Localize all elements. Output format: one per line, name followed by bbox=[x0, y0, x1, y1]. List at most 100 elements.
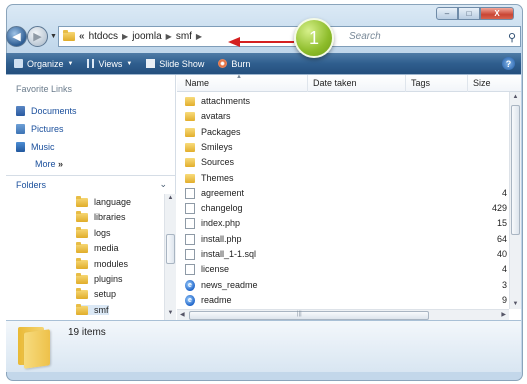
favorite-label: Music bbox=[31, 142, 55, 152]
breadcrumb-smf[interactable]: smf bbox=[176, 31, 192, 42]
file-icon bbox=[185, 264, 195, 276]
tree-item-label: modules bbox=[94, 259, 129, 269]
views-button[interactable]: Views ▼ bbox=[87, 59, 132, 69]
file-name: install.php bbox=[201, 233, 242, 244]
file-row[interactable]: license 4 bbox=[183, 262, 509, 277]
file-row[interactable]: Packages bbox=[183, 125, 509, 140]
breadcrumb-separator-icon[interactable]: ▶ bbox=[196, 32, 202, 41]
search-input[interactable]: Search ⚲ bbox=[318, 26, 521, 47]
favorite-documents[interactable]: Documents bbox=[16, 106, 77, 116]
file-row[interactable]: avatars bbox=[183, 109, 509, 124]
file-size: 64 bbox=[496, 233, 507, 244]
tree-item[interactable]: plugins bbox=[76, 272, 123, 284]
breadcrumb-separator-icon[interactable]: ▶ bbox=[122, 32, 128, 41]
tree-item[interactable]: modules bbox=[76, 257, 129, 269]
scroll-thumb[interactable] bbox=[166, 234, 175, 264]
views-icon bbox=[87, 59, 95, 68]
file-name: attachments bbox=[201, 96, 251, 106]
folder-icon bbox=[76, 303, 88, 315]
column-divider[interactable] bbox=[405, 75, 406, 92]
tree-item[interactable]: media bbox=[76, 241, 119, 253]
file-row[interactable]: Themes bbox=[183, 171, 509, 186]
folder-icon bbox=[185, 127, 195, 137]
file-name: license bbox=[201, 264, 230, 275]
scroll-left-icon[interactable]: ◀ bbox=[180, 311, 185, 318]
back-button[interactable]: ◀ bbox=[6, 26, 27, 47]
file-row[interactable]: changelog 429 bbox=[183, 201, 509, 216]
tree-item-label: libraries bbox=[94, 212, 126, 222]
scroll-thumb[interactable] bbox=[189, 311, 429, 320]
file-size: 4 bbox=[501, 187, 507, 198]
file-row[interactable]: install.php 64 bbox=[183, 232, 509, 247]
search-icon[interactable]: ⚲ bbox=[508, 31, 516, 44]
breadcrumb-htdocs[interactable]: htdocs bbox=[89, 31, 118, 42]
folder-icon bbox=[76, 210, 88, 222]
file-icon bbox=[185, 233, 195, 245]
file-row[interactable]: e readme 9 bbox=[183, 293, 509, 308]
documents-icon bbox=[16, 106, 25, 116]
organize-label: Organize bbox=[27, 58, 64, 69]
favorite-music[interactable]: Music bbox=[16, 142, 55, 152]
more-chevron-icon: » bbox=[58, 159, 64, 169]
html-document-icon: e bbox=[185, 294, 195, 306]
scroll-up-icon[interactable]: ▲ bbox=[165, 195, 176, 205]
slideshow-button[interactable]: Slide Show bbox=[146, 59, 204, 69]
column-date-taken[interactable]: Date taken bbox=[313, 78, 357, 88]
forward-button[interactable]: ▶ bbox=[27, 26, 48, 47]
favorite-pictures[interactable]: Pictures bbox=[16, 124, 64, 134]
maximize-button[interactable]: □ bbox=[458, 7, 480, 20]
column-size[interactable]: Size bbox=[473, 78, 491, 88]
folder-icon bbox=[76, 226, 88, 238]
file-icon bbox=[185, 218, 195, 230]
scroll-thumb[interactable] bbox=[511, 105, 520, 235]
scroll-down-icon[interactable]: ▼ bbox=[165, 310, 176, 320]
file-row[interactable]: Smileys bbox=[183, 140, 509, 155]
tree-item-selected[interactable]: smf bbox=[76, 303, 109, 315]
tree-item[interactable]: setup bbox=[76, 287, 116, 299]
file-row[interactable]: attachments bbox=[183, 94, 509, 109]
folder-tree-scrollbar[interactable]: ▲ ▼ bbox=[164, 194, 176, 321]
column-tags[interactable]: Tags bbox=[411, 78, 430, 88]
favorite-label: Documents bbox=[31, 106, 77, 116]
views-label: Views bbox=[98, 58, 123, 69]
column-name[interactable]: Name bbox=[185, 78, 209, 88]
file-name: changelog bbox=[201, 203, 243, 214]
more-label: More bbox=[35, 159, 56, 169]
file-list-vertical-scrollbar[interactable]: ▲ ▼ bbox=[509, 92, 521, 309]
help-icon[interactable]: ? bbox=[502, 57, 515, 70]
recent-pages-dropdown-icon[interactable]: ▼ bbox=[50, 33, 57, 40]
breadcrumb-overflow[interactable]: « bbox=[79, 31, 85, 42]
file-name: index.php bbox=[201, 218, 241, 229]
tree-item[interactable]: libraries bbox=[76, 210, 126, 222]
file-size: 9 bbox=[501, 294, 507, 305]
file-row[interactable]: index.php 15 bbox=[183, 216, 509, 231]
favorite-links-title: Favorite Links bbox=[16, 84, 73, 94]
close-button[interactable]: X bbox=[480, 7, 514, 20]
folders-header[interactable]: Folders ⌄ bbox=[6, 175, 176, 193]
tree-item[interactable]: logs bbox=[76, 226, 111, 238]
file-row[interactable]: e news_readme 3 bbox=[183, 278, 509, 293]
organize-button[interactable]: Organize ▼ bbox=[14, 59, 73, 69]
tree-item-label: plugins bbox=[94, 274, 123, 284]
burn-disc-icon bbox=[218, 59, 228, 68]
scroll-right-icon[interactable]: ▶ bbox=[501, 311, 506, 318]
chevron-down-icon: ▼ bbox=[126, 60, 133, 67]
file-row[interactable]: agreement 4 bbox=[183, 186, 509, 201]
scroll-up-icon[interactable]: ▲ bbox=[510, 94, 521, 100]
favorite-label: Pictures bbox=[31, 124, 64, 134]
breadcrumb-joomla[interactable]: joomla bbox=[132, 31, 161, 42]
folders-title: Folders bbox=[16, 179, 47, 190]
file-row[interactable]: install_1-1.sql 40 bbox=[183, 247, 509, 262]
minimize-button[interactable]: – bbox=[436, 7, 458, 20]
breadcrumb-separator-icon[interactable]: ▶ bbox=[166, 32, 172, 41]
file-name: Sources bbox=[201, 157, 235, 168]
column-divider[interactable] bbox=[307, 75, 308, 92]
more-links[interactable]: More » bbox=[35, 159, 63, 169]
tree-item[interactable]: language bbox=[76, 195, 131, 207]
burn-button[interactable]: Burn bbox=[218, 59, 250, 69]
column-divider[interactable] bbox=[467, 75, 468, 92]
file-row[interactable]: Sources bbox=[183, 155, 509, 170]
folder-icon bbox=[185, 173, 195, 183]
scroll-down-icon[interactable]: ▼ bbox=[510, 301, 521, 307]
explorer-body: Favorite Links Documents Pictures Music … bbox=[6, 74, 521, 321]
